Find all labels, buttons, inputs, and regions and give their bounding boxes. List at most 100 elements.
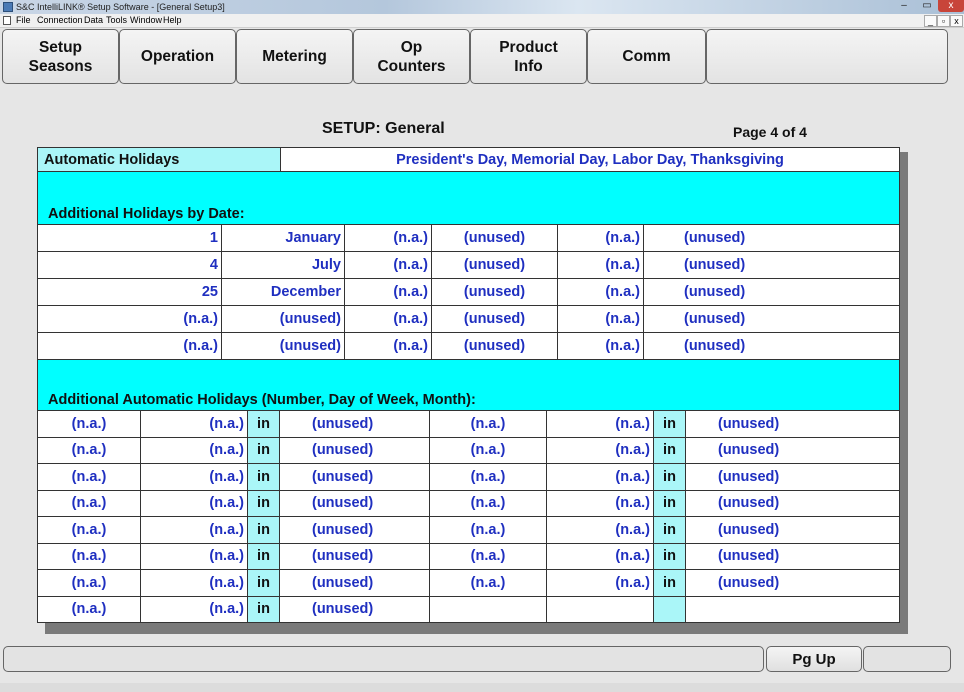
month-2-field[interactable]: (unused) [686, 517, 900, 544]
number-field[interactable]: (n.a.) [37, 411, 141, 438]
metering-button[interactable]: Metering [236, 29, 353, 84]
day-3-field[interactable]: (n.a.) [558, 225, 644, 252]
month-2-field[interactable]: (unused) [686, 570, 900, 597]
day-2-field[interactable]: (n.a.) [345, 306, 432, 333]
number-field[interactable]: (n.a.) [37, 596, 141, 623]
number-field[interactable]: (n.a.) [37, 570, 141, 597]
menu-window[interactable]: Window [130, 14, 162, 27]
month-2-field[interactable]: (unused) [686, 437, 900, 464]
month-3-field[interactable]: (unused) [644, 279, 900, 306]
blank-nav-button[interactable] [706, 29, 948, 84]
number-2-field[interactable]: (n.a.) [430, 437, 547, 464]
weekday-2-field[interactable]: (n.a.) [547, 464, 654, 491]
month-3-field[interactable]: (unused) [644, 252, 900, 279]
month-2-field[interactable] [686, 596, 900, 623]
operation-button[interactable]: Operation [119, 29, 236, 84]
menu-file[interactable]: File [16, 14, 31, 27]
number-2-field[interactable]: (n.a.) [430, 570, 547, 597]
weekday-field[interactable]: (n.a.) [141, 437, 248, 464]
number-2-field[interactable]: (n.a.) [430, 517, 547, 544]
month-field[interactable]: January [222, 225, 345, 252]
day-field[interactable]: 4 [37, 252, 222, 279]
month-field[interactable]: (unused) [280, 517, 430, 544]
weekday-field[interactable]: (n.a.) [141, 490, 248, 517]
month-2-field[interactable]: (unused) [686, 490, 900, 517]
page-up-button[interactable]: Pg Up [766, 646, 862, 672]
number-field[interactable]: (n.a.) [37, 437, 141, 464]
number-2-field[interactable]: (n.a.) [430, 411, 547, 438]
month-3-field[interactable]: (unused) [644, 333, 900, 360]
number-2-field[interactable]: (n.a.) [430, 543, 547, 570]
weekday-2-field[interactable]: (n.a.) [547, 570, 654, 597]
number-2-field[interactable] [430, 596, 547, 623]
month-field[interactable]: (unused) [280, 437, 430, 464]
mdi-close-button[interactable]: x [950, 15, 963, 27]
month-field[interactable]: December [222, 279, 345, 306]
month-field[interactable]: (unused) [280, 570, 430, 597]
day-2-field[interactable]: (n.a.) [345, 279, 432, 306]
menu-help[interactable]: Help [163, 14, 182, 27]
month-3-field[interactable]: (unused) [644, 306, 900, 333]
month-field[interactable]: (unused) [280, 490, 430, 517]
month-2-field[interactable]: (unused) [686, 464, 900, 491]
menu-tools[interactable]: Tools [106, 14, 127, 27]
month-3-field[interactable]: (unused) [644, 225, 900, 252]
month-2-field[interactable]: (unused) [686, 543, 900, 570]
day-field[interactable]: 1 [37, 225, 222, 252]
weekday-2-field[interactable]: (n.a.) [547, 517, 654, 544]
op-counters-button[interactable]: Op Counters [353, 29, 470, 84]
weekday-field[interactable]: (n.a.) [141, 411, 248, 438]
weekday-2-field[interactable] [547, 596, 654, 623]
weekday-field[interactable]: (n.a.) [141, 570, 248, 597]
number-2-field[interactable]: (n.a.) [430, 490, 547, 517]
weekday-field[interactable]: (n.a.) [141, 464, 248, 491]
month-2-field[interactable]: (unused) [432, 333, 558, 360]
number-2-field[interactable]: (n.a.) [430, 464, 547, 491]
month-field[interactable]: (unused) [280, 543, 430, 570]
number-field[interactable]: (n.a.) [37, 490, 141, 517]
menu-connection[interactable]: Connection [37, 14, 83, 27]
number-field[interactable]: (n.a.) [37, 543, 141, 570]
weekday-field[interactable]: (n.a.) [141, 543, 248, 570]
menu-data[interactable]: Data [84, 14, 103, 27]
day-2-field[interactable]: (n.a.) [345, 252, 432, 279]
day-2-field[interactable]: (n.a.) [345, 225, 432, 252]
comm-button[interactable]: Comm [587, 29, 706, 84]
weekday-2-field[interactable]: (n.a.) [547, 411, 654, 438]
month-field[interactable]: (unused) [222, 333, 345, 360]
day-3-field[interactable]: (n.a.) [558, 306, 644, 333]
setup-seasons-button[interactable]: Setup Seasons [2, 29, 119, 84]
month-2-field[interactable]: (unused) [686, 411, 900, 438]
number-field[interactable]: (n.a.) [37, 517, 141, 544]
mdi-minimize-button[interactable]: _ [924, 15, 937, 27]
weekday-2-field[interactable]: (n.a.) [547, 490, 654, 517]
day-3-field[interactable]: (n.a.) [558, 252, 644, 279]
weekday-2-field[interactable]: (n.a.) [547, 543, 654, 570]
month-field[interactable]: (unused) [280, 596, 430, 623]
automatic-holidays-value[interactable]: President's Day, Memorial Day, Labor Day… [281, 148, 900, 172]
day-2-field[interactable]: (n.a.) [345, 333, 432, 360]
mdi-restore-button[interactable]: ▫ [937, 15, 950, 27]
product-info-button[interactable]: Product Info [470, 29, 587, 84]
day-field[interactable]: 25 [37, 279, 222, 306]
month-field[interactable]: July [222, 252, 345, 279]
month-2-field[interactable]: (unused) [432, 252, 558, 279]
document-icon[interactable] [3, 16, 11, 25]
month-field[interactable]: (unused) [280, 464, 430, 491]
close-button[interactable]: x [938, 0, 964, 12]
day-3-field[interactable]: (n.a.) [558, 333, 644, 360]
weekday-field[interactable]: (n.a.) [141, 517, 248, 544]
month-2-field[interactable]: (unused) [432, 306, 558, 333]
day-field[interactable]: (n.a.) [37, 306, 222, 333]
number-field[interactable]: (n.a.) [37, 464, 141, 491]
day-3-field[interactable]: (n.a.) [558, 279, 644, 306]
month-2-field[interactable]: (unused) [432, 279, 558, 306]
month-field[interactable]: (unused) [222, 306, 345, 333]
minimize-button[interactable]: – [892, 0, 916, 12]
month-field[interactable]: (unused) [280, 411, 430, 438]
day-field[interactable]: (n.a.) [37, 333, 222, 360]
weekday-field[interactable]: (n.a.) [141, 596, 248, 623]
month-2-field[interactable]: (unused) [432, 225, 558, 252]
weekday-2-field[interactable]: (n.a.) [547, 437, 654, 464]
maximize-button[interactable]: ▭ [916, 0, 938, 12]
